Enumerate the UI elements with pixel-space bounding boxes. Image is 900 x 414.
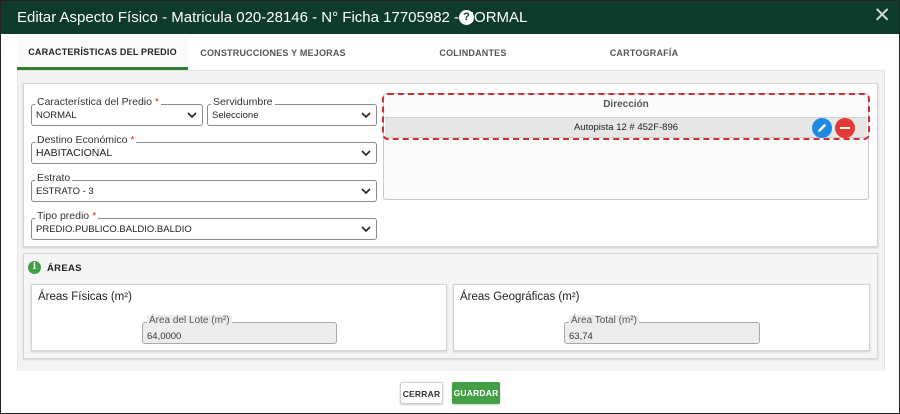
caracteristica-field: Característica del Predio * NORMAL xyxy=(31,96,203,128)
areas-title: ÁREAS xyxy=(47,263,82,274)
close-icon[interactable]: ✕ xyxy=(873,5,891,27)
tab-construcciones[interactable]: CONSTRUCCIONES Y MEJORAS xyxy=(188,37,358,70)
servidumbre-field: Servidumbre Seleccione xyxy=(207,96,377,128)
estrato-value: ESTRATO - 3 xyxy=(36,186,94,197)
direccion-value: Autopista 12 # 452F-896 xyxy=(573,122,679,133)
chevron-down-icon xyxy=(361,188,371,195)
dialog-title: Editar Aspecto Físico - Matricula 020-28… xyxy=(17,9,528,26)
chevron-down-icon xyxy=(361,112,371,119)
estrato-select[interactable]: ESTRATO - 3 xyxy=(31,180,377,202)
destino-label: Destino Económico * xyxy=(35,134,137,146)
chevron-down-icon xyxy=(361,226,371,233)
areas-geograficas-title: Áreas Geográficas (m²) xyxy=(460,291,580,303)
tab-colindantes[interactable]: COLINDANTES xyxy=(358,37,588,70)
caracteristica-label: Característica del Predio * xyxy=(35,96,161,108)
servidumbre-label: Servidumbre xyxy=(211,96,275,108)
chevron-down-icon xyxy=(361,150,371,157)
destino-value: HABITACIONAL xyxy=(36,147,113,159)
destino-economico-field: Destino Económico * HABITACIONAL xyxy=(31,134,377,166)
remove-direccion-button[interactable] xyxy=(835,118,855,138)
guardar-button[interactable]: GUARDAR xyxy=(452,382,500,404)
tab-caracteristicas[interactable]: CARACTERÍSTICAS DEL PREDIO xyxy=(17,37,188,70)
direccion-row[interactable]: Autopista 12 # 452F-896 xyxy=(385,117,867,138)
edit-physical-aspect-dialog: Editar Aspecto Físico - Matricula 020-28… xyxy=(0,0,900,414)
tipo-predio-value: PREDIO.PUBLICO.BALDIO.BALDIO xyxy=(36,224,192,235)
tab-bar: CARACTERÍSTICAS DEL PREDIO CONSTRUCCIONE… xyxy=(17,37,885,71)
estrato-label: Estrato xyxy=(35,172,73,184)
edit-direccion-button[interactable] xyxy=(812,118,832,138)
area-lote-label: Área del Lote (m²) xyxy=(147,315,232,326)
minus-icon xyxy=(840,127,850,129)
direccion-header: Dirección xyxy=(603,99,649,110)
area-total-value: 63,74 xyxy=(569,331,593,342)
area-total-label: Área Total (m²) xyxy=(569,315,639,326)
servidumbre-value: Seleccione xyxy=(212,110,259,121)
dialog-titlebar: Editar Aspecto Físico - Matricula 020-28… xyxy=(1,1,899,34)
info-icon: i xyxy=(28,261,41,274)
tipo-predio-field: Tipo predio * PREDIO.PUBLICO.BALDIO.BALD… xyxy=(31,210,377,242)
estrato-field: Estrato ESTRATO - 3 xyxy=(31,172,377,204)
tab-cartografia[interactable]: CARTOGRAFÍA xyxy=(588,37,700,70)
area-lote-value: 64,0000 xyxy=(147,331,182,342)
cerrar-button[interactable]: CERRAR xyxy=(400,382,443,404)
tipo-predio-label: Tipo predio * xyxy=(35,210,99,222)
chevron-down-icon xyxy=(187,112,197,119)
caracteristica-value: NORMAL xyxy=(36,110,77,121)
pencil-icon xyxy=(818,123,827,132)
help-icon[interactable]: ? xyxy=(459,10,474,25)
areas-fisicas-title: Áreas Físicas (m²) xyxy=(38,291,132,303)
